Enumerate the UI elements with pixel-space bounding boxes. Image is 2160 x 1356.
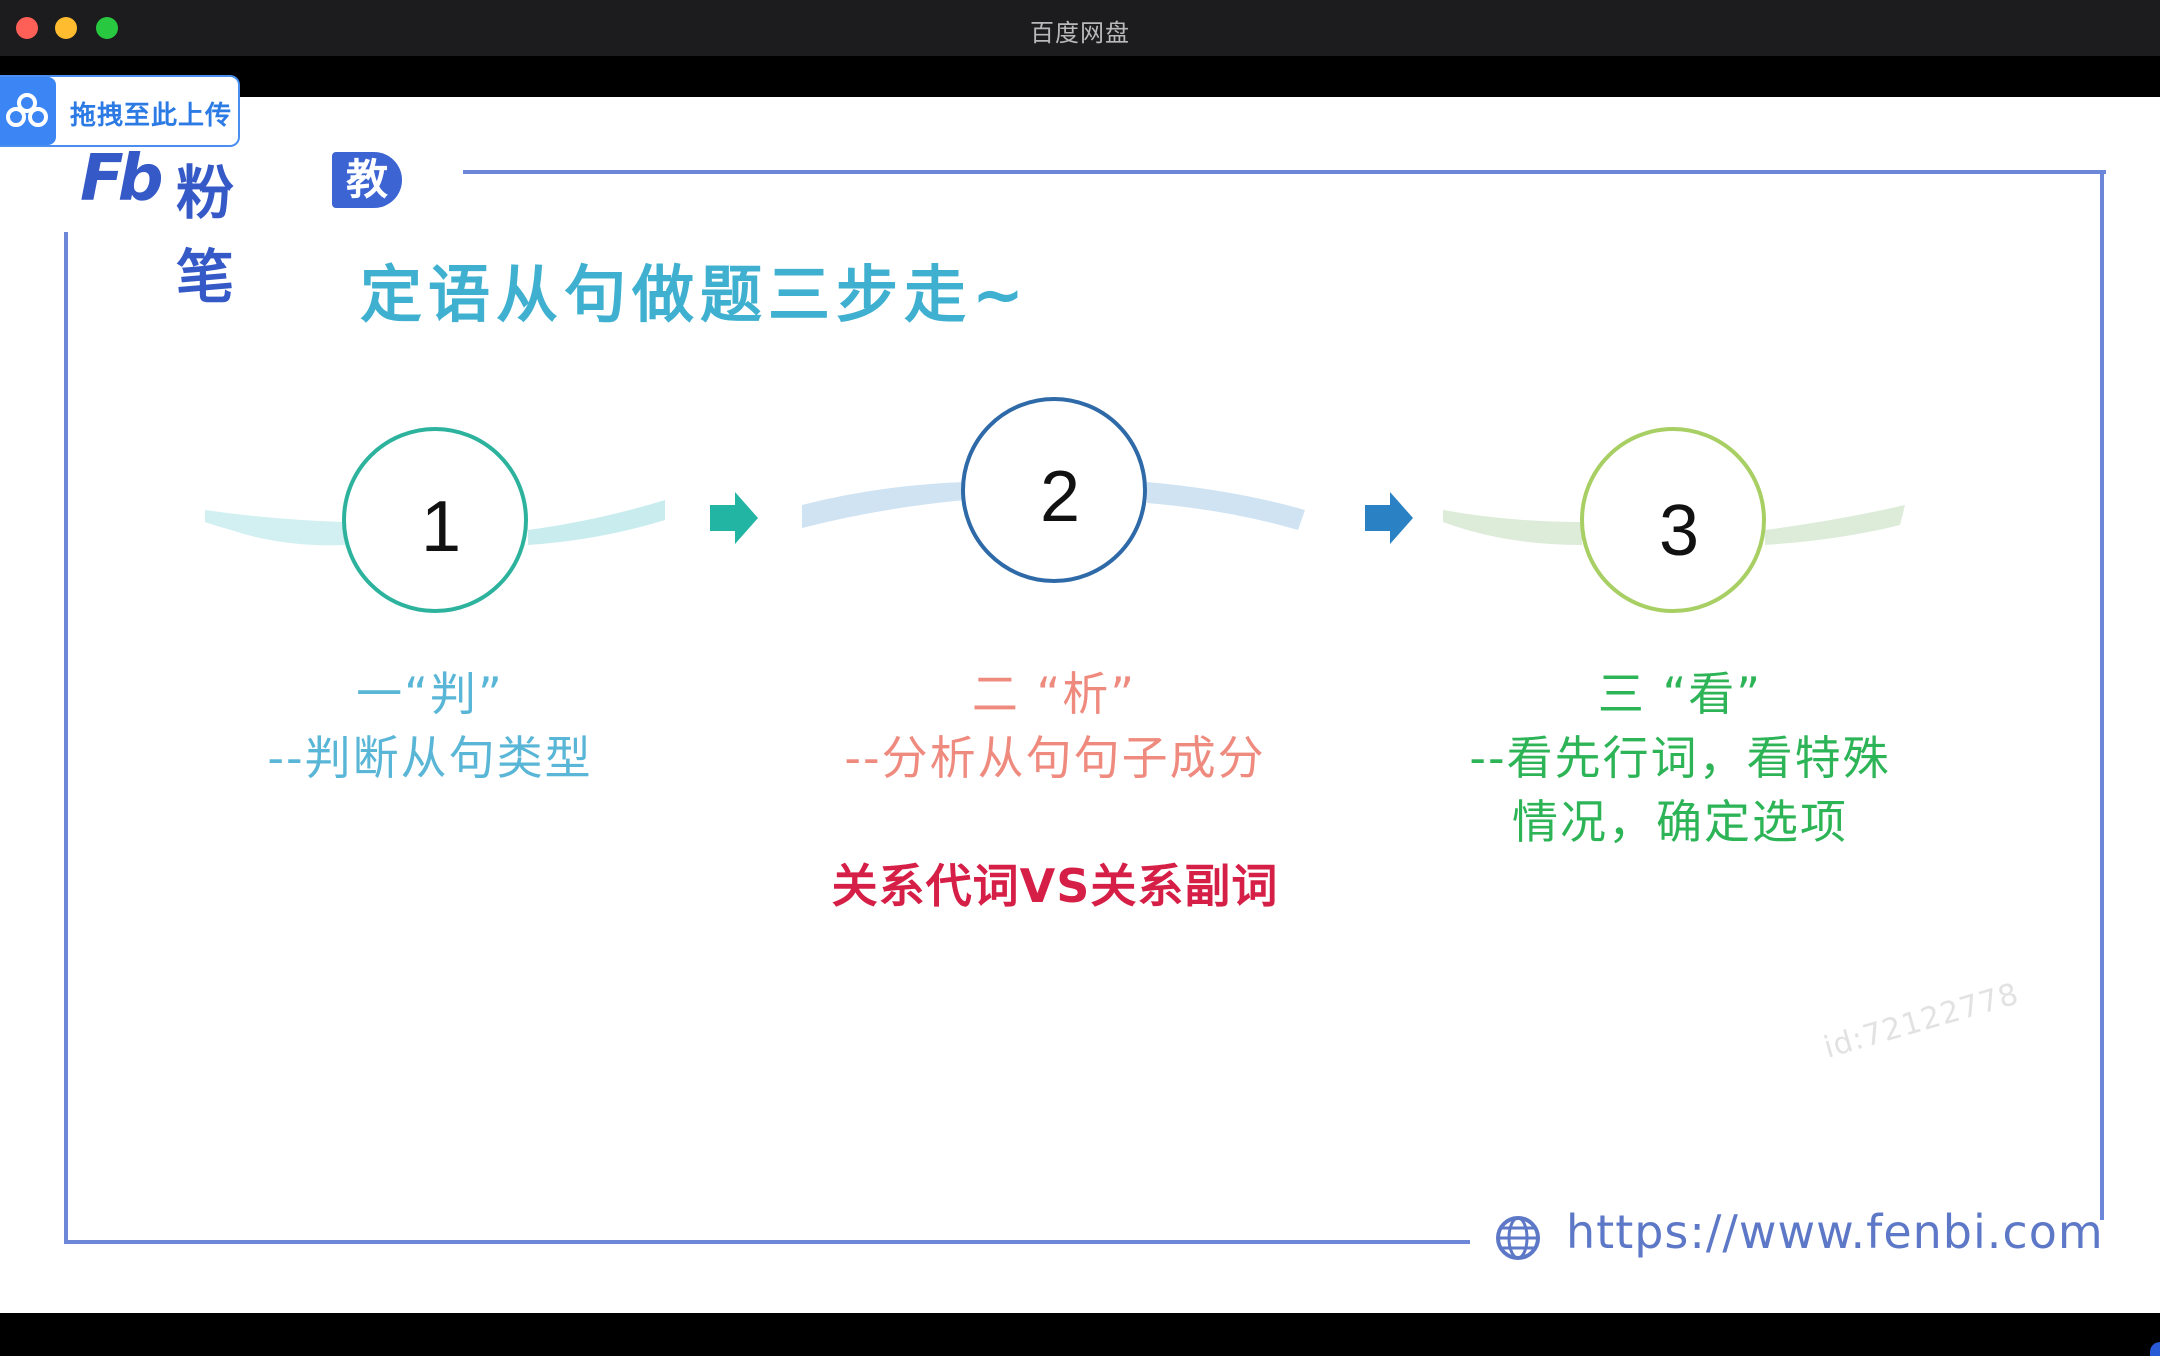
step-2-desc: --分析从句句子成分 <box>844 731 1266 785</box>
step-1-desc: --判断从句类型 <box>267 731 593 785</box>
step-3-number: 3 <box>1658 491 1700 571</box>
baidu-netdisk-icon <box>0 77 56 145</box>
swoosh-3-left <box>1443 510 1582 545</box>
swoosh-2-right <box>1147 482 1305 530</box>
swoosh-1-right <box>528 500 665 545</box>
step-2-number: 2 <box>1039 457 1081 537</box>
step-1-title: 一“判” <box>356 667 504 721</box>
fenbi-url: https://www.fenbi.com <box>1566 1205 2104 1259</box>
arrow-right-icon <box>710 492 758 544</box>
arrow-right-icon <box>1365 492 1413 544</box>
step-3-desc-line1: --看先行词，看特殊 <box>1469 731 1891 785</box>
compare-note: 关系代词VS关系副词 <box>831 859 1279 913</box>
step-1-number: 1 <box>420 487 462 567</box>
swoosh-2-left <box>802 482 965 528</box>
step-2-title: 二 “析” <box>971 667 1137 721</box>
drag-upload-badge[interactable]: 拖拽至此上传 <box>0 75 240 147</box>
step-3-title: 三 “看” <box>1597 667 1763 721</box>
swoosh-3-right <box>1765 505 1905 545</box>
step-3-desc-line2: 情况，确定选项 <box>1512 795 1848 849</box>
upload-badge-label: 拖拽至此上传 <box>70 101 233 131</box>
video-letterbox-bottom <box>0 1313 2160 1356</box>
globe-icon <box>1496 1216 1540 1260</box>
